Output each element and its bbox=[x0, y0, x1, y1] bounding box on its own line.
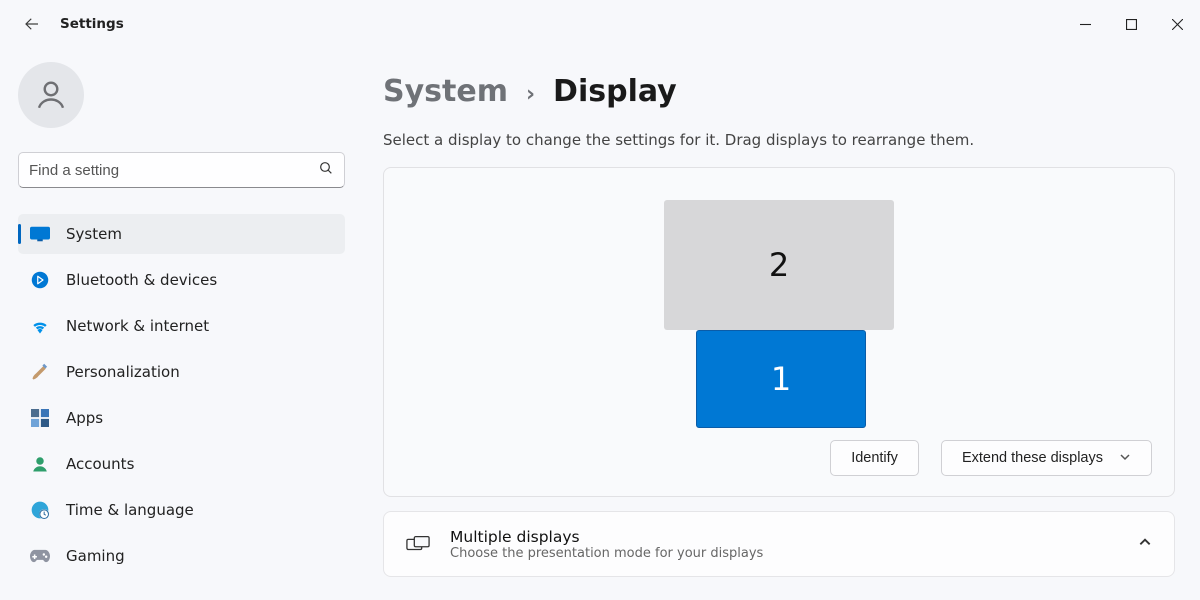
maximize-button[interactable] bbox=[1108, 8, 1154, 40]
sidebar: System Bluetooth & devices Network & int… bbox=[0, 48, 355, 600]
nav-label: Accounts bbox=[66, 455, 134, 473]
nav-label: Network & internet bbox=[66, 317, 209, 335]
panel-actions: Identify Extend these displays bbox=[384, 428, 1174, 496]
nav-item-gaming[interactable]: Gaming bbox=[18, 536, 345, 576]
nav-item-accounts[interactable]: Accounts bbox=[18, 444, 345, 484]
nav-item-time-language[interactable]: Time & language bbox=[18, 490, 345, 530]
system-icon bbox=[30, 224, 50, 244]
nav-label: Bluetooth & devices bbox=[66, 271, 217, 289]
apps-icon bbox=[30, 408, 50, 428]
globe-clock-icon bbox=[30, 500, 50, 520]
display-2-label: 2 bbox=[769, 246, 789, 284]
display-1-label: 1 bbox=[771, 360, 791, 398]
nav-label: Apps bbox=[66, 409, 103, 427]
identify-label: Identify bbox=[851, 450, 898, 466]
chevron-up-icon bbox=[1138, 535, 1152, 553]
display-2-box[interactable]: 2 bbox=[664, 200, 894, 330]
nav-label: Gaming bbox=[66, 547, 125, 565]
nav-label: Personalization bbox=[66, 363, 180, 381]
brush-icon bbox=[30, 362, 50, 382]
instruction-text: Select a display to change the settings … bbox=[383, 131, 1176, 149]
chevron-right-icon: › bbox=[526, 82, 535, 107]
identify-button[interactable]: Identify bbox=[830, 440, 919, 476]
close-button[interactable] bbox=[1154, 8, 1200, 40]
nav-item-bluetooth[interactable]: Bluetooth & devices bbox=[18, 260, 345, 300]
nav-list: System Bluetooth & devices Network & int… bbox=[18, 214, 345, 576]
search-box[interactable] bbox=[18, 152, 345, 188]
display-1-box[interactable]: 1 bbox=[696, 330, 866, 428]
titlebar: Settings bbox=[0, 0, 1200, 48]
display-arrangement-area[interactable]: 2 1 bbox=[384, 168, 1174, 428]
nav-label: System bbox=[66, 225, 122, 243]
breadcrumb-current: Display bbox=[553, 74, 677, 109]
main-content: System › Display Select a display to cha… bbox=[355, 48, 1200, 600]
user-avatar[interactable] bbox=[18, 62, 84, 128]
multiple-displays-title: Multiple displays bbox=[450, 528, 763, 546]
display-mode-dropdown[interactable]: Extend these displays bbox=[941, 440, 1152, 476]
nav-item-system[interactable]: System bbox=[18, 214, 345, 254]
gamepad-icon bbox=[30, 546, 50, 566]
breadcrumb-parent[interactable]: System bbox=[383, 74, 508, 109]
display-arrangement-panel: 2 1 Identify Extend these displays bbox=[383, 167, 1175, 497]
multiple-displays-subtitle: Choose the presentation mode for your di… bbox=[450, 546, 763, 561]
display-mode-label: Extend these displays bbox=[962, 450, 1103, 466]
breadcrumb: System › Display bbox=[383, 74, 1176, 109]
multiple-displays-row[interactable]: Multiple displays Choose the presentatio… bbox=[383, 511, 1175, 577]
wifi-icon bbox=[30, 316, 50, 336]
accounts-icon bbox=[30, 454, 50, 474]
search-input[interactable] bbox=[29, 162, 318, 179]
back-button[interactable] bbox=[14, 6, 50, 42]
chevron-down-icon bbox=[1119, 451, 1131, 466]
bluetooth-icon bbox=[30, 270, 50, 290]
window-controls bbox=[1062, 8, 1200, 40]
minimize-button[interactable] bbox=[1062, 8, 1108, 40]
multiple-displays-icon bbox=[406, 535, 430, 553]
nav-label: Time & language bbox=[66, 501, 194, 519]
nav-item-network[interactable]: Network & internet bbox=[18, 306, 345, 346]
window-title: Settings bbox=[60, 16, 124, 32]
search-icon bbox=[318, 160, 334, 180]
nav-item-personalization[interactable]: Personalization bbox=[18, 352, 345, 392]
nav-item-apps[interactable]: Apps bbox=[18, 398, 345, 438]
